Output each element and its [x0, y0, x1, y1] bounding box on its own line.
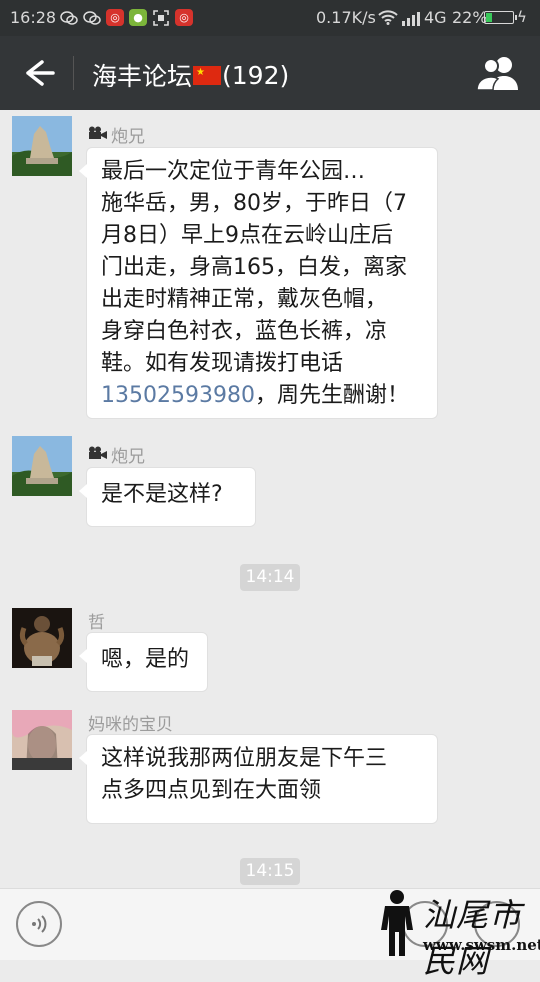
sender-name: 妈咪的宝贝 [88, 715, 173, 735]
sender-name: 炮兄 [88, 122, 145, 147]
chat-header: 海丰论坛 (192) [0, 36, 540, 110]
network-speed: 0.17K/s [316, 8, 376, 27]
china-flag-icon [193, 65, 222, 85]
site-watermark: 汕尾市民网 www.swsm.net [375, 886, 540, 980]
silhouette-logo-icon [381, 890, 413, 956]
signal-icon [402, 10, 420, 26]
avatar[interactable] [12, 116, 72, 176]
sender-name: 哲 [88, 613, 105, 633]
sender-name: 炮兄 [88, 442, 145, 467]
video-camera-icon [88, 445, 108, 465]
battery-fill [486, 13, 492, 22]
app-notification-icon: ● [129, 9, 147, 26]
header-divider [73, 56, 74, 90]
back-button[interactable] [20, 53, 60, 93]
wechat-notification-icon [60, 9, 78, 26]
member-count: (192) [222, 60, 290, 90]
message-text: 是不是这样? [101, 482, 223, 507]
group-info-button[interactable] [474, 54, 522, 94]
charging-icon: ϟ [517, 8, 527, 26]
message-line: 月8日）早上9点在云岭山庄后 [101, 223, 393, 248]
group-members-icon [476, 57, 518, 91]
chat-area[interactable]: 炮兄 最后一次定位于青年公园… 施华岳，男，80岁，于昨日（7 月8日）早上9点… [0, 110, 540, 888]
screenshot-icon [152, 9, 170, 26]
message-line: 点多四点见到在大面领 [101, 778, 322, 803]
battery-percent: 22% [452, 8, 488, 27]
voice-icon [32, 915, 47, 933]
message-line: 最后一次定位于青年公园… [101, 159, 366, 184]
message-bubble[interactable]: 是不是这样? [79, 467, 256, 527]
avatar[interactable] [12, 710, 72, 770]
message-bubble[interactable]: 最后一次定位于青年公园… 施华岳，男，80岁，于昨日（7 月8日）早上9点在云岭… [79, 147, 438, 419]
message-line: 13502593980，周先生酬谢！ [101, 383, 409, 408]
group-name: 海丰论坛 [92, 62, 193, 91]
battery-icon [484, 11, 517, 24]
message-line: 鞋。如有发现请拨打电话 [101, 351, 344, 376]
timestamp: 14:15 [240, 858, 300, 885]
video-camera-icon [88, 125, 108, 145]
status-bar: 16:28 ◎ ● ◎ 0.17K/s 4G 22% ϟ [0, 0, 540, 36]
message-line: 身穿白色衬衣，蓝色长裤，凉 [101, 319, 388, 344]
message-line: 这样说我那两位朋友是下午三 [101, 746, 388, 771]
chat-title: 海丰论坛 (192) [92, 57, 289, 93]
message-line: 施华岳，男，80岁，于昨日（7 [101, 191, 407, 216]
message-bubble[interactable]: 这样说我那两位朋友是下午三 点多四点见到在大面领 [79, 734, 438, 824]
phone-number-link[interactable]: 13502593980 [101, 383, 255, 408]
weibo-notification-icon: ◎ [106, 9, 124, 26]
wechat-notification-icon [83, 9, 101, 26]
status-time: 16:28 [10, 8, 57, 27]
avatar[interactable] [12, 608, 72, 668]
weibo-notification-icon: ◎ [175, 9, 193, 26]
message-line: 门出走，身高165，白发，离家 [101, 255, 407, 280]
message-bubble[interactable]: 嗯，是的 [79, 632, 208, 692]
message-text: 嗯，是的 [101, 647, 190, 672]
timestamp: 14:14 [240, 564, 300, 591]
voice-input-button[interactable] [16, 901, 62, 947]
network-type: 4G [424, 8, 447, 27]
notification-icons: ◎ ● ◎ [60, 9, 193, 26]
watermark-url: www.swsm.net [423, 936, 540, 954]
avatar[interactable] [12, 436, 72, 496]
wifi-icon [378, 9, 398, 29]
message-line: 出走时精神正常，戴灰色帽， [101, 287, 388, 312]
back-arrow-icon [26, 60, 55, 86]
